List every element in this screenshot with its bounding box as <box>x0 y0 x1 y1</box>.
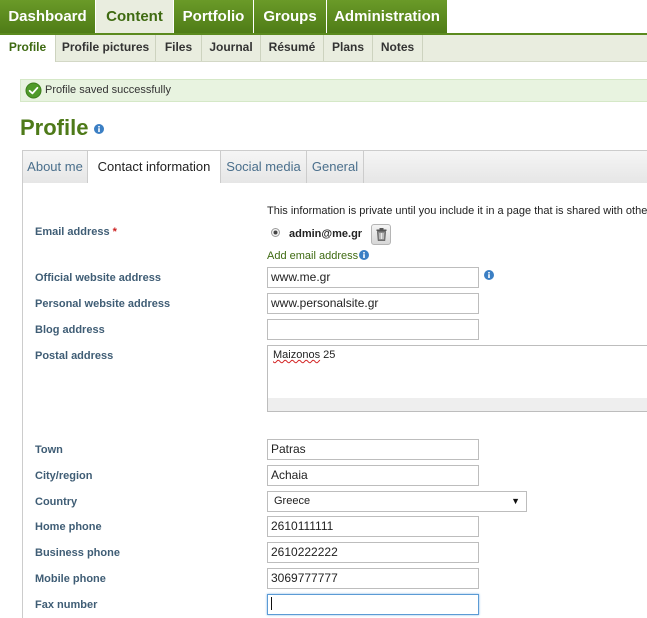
info-icon[interactable] <box>359 250 369 260</box>
delete-email-button[interactable] <box>371 224 391 245</box>
home-phone-label: Home phone <box>35 521 102 533</box>
blog-address-input[interactable] <box>267 319 479 340</box>
success-message: Profile saved successfully <box>20 79 647 102</box>
blog-address-label: Blog address <box>35 324 105 336</box>
business-phone-input[interactable]: 2610222222 <box>267 542 479 563</box>
info-icon[interactable] <box>484 270 494 280</box>
subnav-profile[interactable]: Profile <box>0 35 56 62</box>
primary-email-radio[interactable] <box>271 228 280 237</box>
subnav-profile-pictures[interactable]: Profile pictures <box>56 35 156 61</box>
tab-social-media[interactable]: Social media <box>221 151 307 183</box>
dropdown-arrow-icon: ▼ <box>511 496 520 506</box>
textarea-statusbar <box>268 398 647 411</box>
country-selected-value: Greece <box>274 495 311 507</box>
country-label: Country <box>35 496 78 508</box>
official-website-input[interactable]: www.me.gr <box>267 267 479 288</box>
subnav-resume[interactable]: Résumé <box>261 35 324 61</box>
business-phone-label: Business phone <box>35 547 120 559</box>
official-website-label: Official website address <box>35 272 161 284</box>
subnav-files[interactable]: Files <box>156 35 202 61</box>
trash-icon <box>376 228 387 241</box>
personal-website-label: Personal website address <box>35 298 171 310</box>
info-icon[interactable] <box>94 124 104 134</box>
mobile-phone-label: Mobile phone <box>35 573 106 585</box>
town-label: Town <box>35 444 63 456</box>
check-circle-icon <box>25 82 42 99</box>
nav-groups[interactable]: Groups <box>254 0 327 33</box>
main-nav: Dashboard Content Portfolio Groups Admin… <box>0 0 647 33</box>
email-label: Email address * <box>35 226 117 238</box>
nav-content[interactable]: Content <box>96 0 174 33</box>
success-message-text: Profile saved successfully <box>45 84 171 96</box>
text-cursor <box>271 597 272 610</box>
privacy-note: This information is private until you in… <box>267 205 647 217</box>
email-value: admin@me.gr <box>289 228 363 240</box>
city-region-label: City/region <box>35 470 93 482</box>
profile-tabs: About me Contact information Social medi… <box>22 150 647 184</box>
home-phone-input[interactable]: 2610111111 <box>267 516 479 537</box>
add-email-link[interactable]: Add email address <box>267 250 358 262</box>
subnav-notes[interactable]: Notes <box>373 35 423 61</box>
fax-number-label: Fax number <box>35 599 98 611</box>
nav-administration[interactable]: Administration <box>327 0 448 33</box>
page-title: Profile <box>20 115 89 140</box>
town-input[interactable]: Patras <box>267 439 479 460</box>
fax-number-input[interactable] <box>267 594 479 615</box>
mobile-phone-input[interactable]: 3069777777 <box>267 568 479 589</box>
sub-nav: Profile Profile pictures Files Journal R… <box>0 35 647 62</box>
tab-about-me[interactable]: About me <box>23 151 88 183</box>
country-select[interactable]: Greece ▼ <box>267 491 527 512</box>
tab-general[interactable]: General <box>307 151 364 183</box>
postal-address-label: Postal address <box>35 350 114 362</box>
tab-contact-information[interactable]: Contact information <box>88 151 221 184</box>
postal-address-text: Maizonos 25 <box>273 349 336 361</box>
personal-website-input[interactable]: www.personalsite.gr <box>267 293 479 314</box>
postal-address-textarea[interactable]: Maizonos 25 <box>267 345 647 412</box>
city-region-input[interactable]: Achaia <box>267 465 479 486</box>
required-marker: * <box>112 226 117 238</box>
subnav-journal[interactable]: Journal <box>202 35 261 61</box>
nav-dashboard[interactable]: Dashboard <box>0 0 96 33</box>
nav-portfolio[interactable]: Portfolio <box>174 0 254 33</box>
misspelled-word: Maizonos <box>273 349 321 361</box>
subnav-plans[interactable]: Plans <box>324 35 373 61</box>
